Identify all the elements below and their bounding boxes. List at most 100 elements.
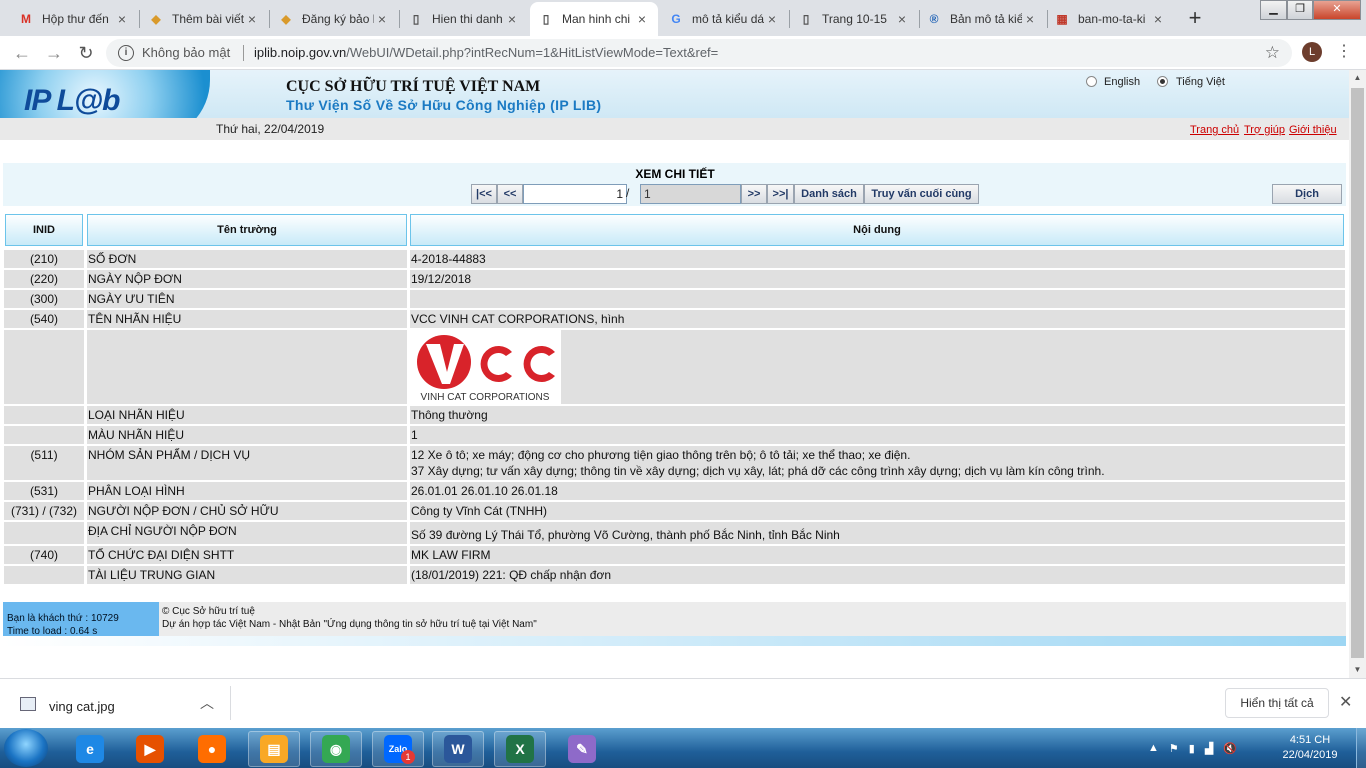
minimize-button[interactable]: ▁ bbox=[1260, 0, 1287, 20]
field-name-cell: ĐỊA CHỈ NGƯỜI NỘP ĐƠN bbox=[87, 522, 409, 544]
inid-cell: (540) bbox=[4, 310, 84, 328]
close-tab-icon[interactable]: × bbox=[1022, 11, 1038, 27]
scroll-thumb[interactable] bbox=[1351, 88, 1364, 658]
tab-8[interactable]: ▦ ban-mo-ta-ki × bbox=[1046, 2, 1174, 36]
close-tab-icon[interactable]: × bbox=[244, 11, 260, 27]
notification-badge: 1 bbox=[401, 750, 415, 764]
close-tab-icon[interactable]: × bbox=[764, 11, 780, 27]
show-all-downloads-button[interactable]: Hiển thị tất cả bbox=[1225, 688, 1329, 718]
device-icon[interactable]: ▮ bbox=[1189, 742, 1195, 755]
excel-taskbar-button[interactable]: X bbox=[494, 731, 546, 767]
tab-3[interactable]: ▯ Hien thi danh × bbox=[400, 2, 528, 36]
scroll-up-arrow[interactable]: ▲ bbox=[1349, 70, 1366, 86]
first-record-button[interactable]: |<< bbox=[471, 184, 497, 204]
logo-c-letter-1 bbox=[480, 346, 512, 382]
label-english: English bbox=[1104, 76, 1141, 88]
link-home[interactable]: Trang chủ bbox=[1190, 124, 1239, 136]
link-about[interactable]: Giới thiệu bbox=[1289, 124, 1337, 136]
profile-avatar[interactable]: L bbox=[1302, 42, 1322, 62]
inid-cell: (740) bbox=[4, 546, 84, 564]
tab-4[interactable]: ▯ Man hinh chi × bbox=[530, 2, 658, 36]
close-window-button[interactable]: ✕ bbox=[1313, 0, 1361, 20]
close-tab-icon[interactable]: × bbox=[894, 11, 910, 27]
record-separator: / bbox=[626, 186, 630, 200]
tab-5[interactable]: Gmô tả kiểu dáng× bbox=[660, 2, 788, 36]
maximize-button[interactable]: ❐ bbox=[1287, 0, 1313, 20]
translate-button[interactable]: Dịch bbox=[1272, 184, 1342, 204]
close-tab-icon[interactable]: × bbox=[114, 11, 130, 27]
address-bar[interactable]: i Không bảo mật iplib.noip.gov.vn/WebUI/… bbox=[106, 39, 1292, 67]
word-taskbar-button[interactable]: W bbox=[432, 731, 484, 767]
value-line: (18/01/2019) 221: QĐ chấp nhận đơn bbox=[411, 568, 612, 582]
table-row: (220) NGÀY NỘP ĐƠN 19/12/2018 bbox=[4, 270, 1345, 288]
tab-6[interactable]: ▯ Trang 10-15 × bbox=[790, 2, 918, 36]
close-tab-icon[interactable]: × bbox=[634, 11, 650, 27]
last-record-button[interactable]: >>| bbox=[767, 184, 794, 204]
tab-title: Đăng ký bảo hộ bbox=[302, 12, 374, 26]
tab-title: Man hinh chi bbox=[562, 12, 631, 26]
field-value-cell: VCC VINH CAT CORPORATIONS, hình bbox=[410, 310, 1345, 328]
prev-record-button[interactable]: << bbox=[497, 184, 523, 204]
inid-cell: (531) bbox=[4, 482, 84, 500]
field-value-cell: 1 bbox=[410, 426, 1345, 444]
kebab-menu-icon[interactable]: ⋮ bbox=[1336, 42, 1352, 62]
forward-button[interactable]: → bbox=[42, 42, 66, 64]
vertical-scrollbar[interactable]: ▲ ▼ bbox=[1349, 70, 1366, 678]
field-name-cell: TÊN NHÃN HIỆU bbox=[87, 310, 409, 328]
table-row: (740) TỔ CHỨC ĐẠI DIỆN SHTT MK LAW FIRM bbox=[4, 546, 1345, 564]
close-tab-icon[interactable]: × bbox=[374, 11, 390, 27]
paint-taskbar-button[interactable]: ✎ bbox=[556, 731, 608, 767]
next-record-button[interactable]: >> bbox=[741, 184, 767, 204]
column-header-field: Tên trường bbox=[87, 214, 407, 246]
value-line: 1 bbox=[411, 428, 418, 442]
tab-1[interactable]: ◆ Thêm bài viết × bbox=[140, 2, 268, 36]
list-button[interactable]: Danh sách bbox=[794, 184, 864, 204]
radio-english[interactable] bbox=[1086, 76, 1097, 87]
file-explorer-icon: ▤ bbox=[260, 735, 288, 763]
scroll-down-arrow[interactable]: ▼ bbox=[1349, 662, 1366, 678]
taskbar-clock[interactable]: 4:51 CH 22/04/2019 bbox=[1272, 733, 1348, 763]
inid-cell: (220) bbox=[4, 270, 84, 288]
media-player-icon: ▶ bbox=[136, 735, 164, 763]
url-text[interactable]: iplib.noip.gov.vn/WebUI/WDetail.php?intR… bbox=[254, 45, 718, 60]
chevron-up-icon[interactable]: ▲ bbox=[1148, 742, 1159, 754]
tab-7[interactable]: ® Bản mô tả kiểu× bbox=[918, 2, 1046, 36]
download-item-name[interactable]: ving cat.jpg bbox=[49, 699, 115, 714]
value-line: 4-2018-44883 bbox=[411, 252, 486, 266]
chrome-taskbar-button[interactable]: ◉ bbox=[310, 731, 362, 767]
divider bbox=[230, 686, 231, 720]
ie-taskbar-button[interactable]: e bbox=[64, 731, 116, 767]
back-button[interactable]: ← bbox=[10, 42, 34, 64]
org-name: CỤC SỞ HỮU TRÍ TUỆ VIỆT NAM bbox=[286, 78, 541, 95]
network-icon[interactable]: ▟ bbox=[1205, 742, 1213, 755]
project-note: Dự án hợp tác Việt Nam - Nhật Bản "Ứng d… bbox=[162, 619, 537, 630]
new-tab-button[interactable]: + bbox=[1182, 6, 1208, 32]
bookmark-star-icon[interactable]: ☆ bbox=[1265, 43, 1280, 63]
close-tab-icon[interactable]: × bbox=[1150, 11, 1166, 27]
chevron-up-icon[interactable]: ︿ bbox=[200, 693, 214, 713]
start-button[interactable] bbox=[4, 729, 48, 767]
flag-icon[interactable]: ⚑ bbox=[1169, 742, 1179, 755]
tab-0[interactable]: M Hộp thư đến × bbox=[10, 2, 138, 36]
radio-vietnamese[interactable] bbox=[1157, 76, 1168, 87]
show-desktop-button[interactable] bbox=[1356, 728, 1366, 768]
table-row: (511) NHÓM SẢN PHẨM / DỊCH VỤ 12 Xe ô tô; … bbox=[4, 446, 1345, 480]
file-explorer-taskbar-button[interactable]: ▤ bbox=[248, 731, 300, 767]
last-query-button[interactable]: Truy vấn cuối cùng bbox=[864, 184, 979, 204]
table-row: MÀU NHÃN HIỆU 1 bbox=[4, 426, 1345, 444]
inid-cell bbox=[4, 330, 84, 404]
close-icon[interactable]: ✕ bbox=[1339, 692, 1352, 712]
page-icon: ▯ bbox=[412, 12, 420, 26]
volume-muted-icon[interactable]: 🔇 bbox=[1223, 742, 1237, 755]
reload-button[interactable]: ↻ bbox=[74, 42, 98, 64]
zalo-taskbar-button[interactable]: Zalo 1 bbox=[372, 731, 424, 767]
info-icon[interactable]: i bbox=[118, 45, 134, 61]
field-name-cell: MÀU NHÃN HIỆU bbox=[87, 426, 409, 444]
media-player-taskbar-button[interactable]: ▶ bbox=[124, 731, 176, 767]
tab-2[interactable]: ◆ Đăng ký bảo hộ× bbox=[270, 2, 398, 36]
close-tab-icon[interactable]: × bbox=[504, 11, 520, 27]
word-icon: W bbox=[444, 735, 472, 763]
firefox-taskbar-button[interactable]: ● bbox=[186, 731, 238, 767]
record-number-input[interactable]: 1 bbox=[523, 184, 627, 204]
link-help[interactable]: Trợ giúp bbox=[1244, 124, 1285, 136]
